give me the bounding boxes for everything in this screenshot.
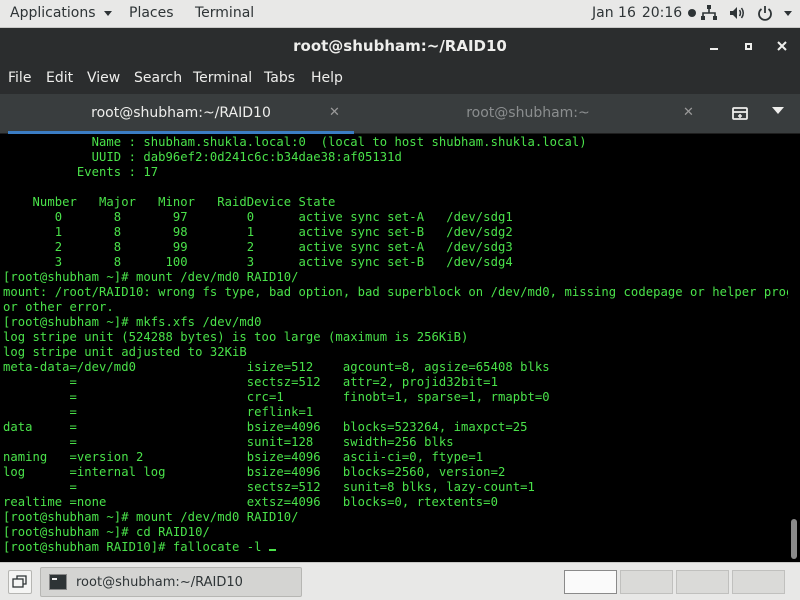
terminal-line: [root@shubham ~]# mkfs.xfs /dev/md0 — [3, 315, 262, 329]
workspace-2[interactable] — [620, 570, 673, 594]
terminal-line: [root@shubham ~]# cd RAID10/ — [3, 525, 210, 539]
power-icon — [756, 4, 774, 22]
close-icon — [777, 41, 787, 51]
workspace-1[interactable] — [564, 570, 617, 594]
terminal-line: [root@shubham ~]# mount /dev/md0 RAID10/ — [3, 510, 299, 524]
terminal-line: 0 8 97 0 active sync set-A /dev/sdg1 — [3, 210, 513, 224]
terminal-line: = crc=1 finobt=1, sparse=1, rmapbt=0 — [3, 390, 550, 404]
menu-terminal[interactable]: Terminal — [193, 70, 252, 86]
terminal-output[interactable]: Name : shubham.shukla.local:0 (local to … — [0, 135, 788, 562]
taskbar-window-terminal[interactable]: root@shubham:~/RAID10 — [40, 567, 302, 597]
clock[interactable]: Jan 16 20:16 — [592, 5, 697, 21]
window-title-bar[interactable]: root@shubham:~/RAID10 — [0, 28, 800, 64]
terminal-line: = sectsz=512 sunit=8 blks, lazy-count=1 — [3, 480, 535, 494]
applications-label: Applications — [10, 5, 96, 21]
menu-file[interactable]: File — [8, 70, 31, 86]
terminal-app-menu[interactable]: Terminal — [195, 5, 254, 21]
scrollbar-thumb[interactable] — [791, 519, 797, 559]
terminal-line: Name : shubham.shukla.local:0 (local to … — [3, 135, 587, 149]
tab-bar: root@shubham:~/RAID10 ✕ root@shubham:~ ✕ — [0, 94, 800, 134]
terminal-line: 3 8 100 3 active sync set-B /dev/sdg4 — [3, 255, 513, 269]
terminal-line: or other error. — [3, 300, 114, 314]
workspace-3[interactable] — [676, 570, 729, 594]
tab-raid10[interactable]: root@shubham:~/RAID10 ✕ — [8, 94, 354, 134]
terminal-line: mount: /root/RAID10: wrong fs type, bad … — [3, 285, 788, 299]
taskbar-window-label: root@shubham:~/RAID10 — [76, 575, 243, 590]
menu-view[interactable]: View — [87, 70, 120, 86]
terminal-line: meta-data=/dev/md0 isize=512 agcount=8, … — [3, 360, 550, 374]
new-tab-button[interactable] — [730, 104, 750, 124]
terminal-line: 2 8 99 2 active sync set-A /dev/sdg3 — [3, 240, 513, 254]
terminal-line: Number Major Minor RaidDevice State — [3, 195, 336, 209]
places-menu[interactable]: Places — [129, 5, 174, 21]
desktop-icon — [12, 575, 27, 588]
workspace-4[interactable] — [732, 570, 785, 594]
terminal-line: log =internal log bsize=4096 blocks=2560… — [3, 465, 506, 479]
terminal-line: 1 8 98 1 active sync set-B /dev/sdg2 — [3, 225, 513, 239]
terminal-line: = sectsz=512 attr=2, projid32bit=1 — [3, 375, 498, 389]
close-tab-icon[interactable]: ✕ — [683, 105, 694, 120]
window-title: root@shubham:~/RAID10 — [293, 37, 507, 55]
close-button[interactable] — [772, 36, 792, 56]
show-desktop-button[interactable] — [8, 570, 32, 594]
tab-label: root@shubham:~/RAID10 — [91, 105, 271, 121]
applications-menu[interactable]: Applications — [10, 5, 112, 21]
terminal-line: data = bsize=4096 blocks=523264, imaxpct… — [3, 420, 528, 434]
terminal-line: log stripe unit adjusted to 32KiB — [3, 345, 247, 359]
chevron-down-icon — [784, 10, 792, 16]
notification-dot-icon — [688, 9, 697, 17]
menu-search[interactable]: Search — [134, 70, 182, 86]
menu-help[interactable]: Help — [311, 70, 343, 86]
terminal-icon — [49, 574, 67, 590]
network-icon — [700, 4, 718, 22]
terminal-scrollbar[interactable] — [788, 135, 800, 562]
terminal-line: naming =version 2 bsize=4096 ascii-ci=0,… — [3, 450, 484, 464]
maximize-button[interactable] — [738, 36, 758, 56]
menu-tabs[interactable]: Tabs — [264, 70, 295, 86]
menu-edit[interactable]: Edit — [46, 70, 73, 86]
minimize-icon — [710, 48, 718, 50]
terminal-line: UUID : dab96ef2:0d241c6c:b34dae38:af0513… — [3, 150, 402, 164]
terminal-line: realtime =none extsz=4096 blocks=0, rtex… — [3, 495, 498, 509]
clock-time: 20:16 — [641, 5, 683, 21]
clock-date: Jan 16 — [592, 5, 636, 21]
terminal-lines: Name : shubham.shukla.local:0 (local to … — [3, 135, 788, 555]
tab-menu-chevron-icon[interactable] — [772, 107, 784, 114]
new-tab-icon — [732, 107, 748, 120]
close-tab-icon[interactable]: ✕ — [329, 105, 340, 120]
terminal-line: = reflink=1 — [3, 405, 314, 419]
terminal-line: log stripe unit (524288 bytes) is too la… — [3, 330, 469, 344]
terminal-cursor — [268, 549, 276, 551]
tab-label: root@shubham:~ — [466, 105, 590, 121]
chevron-down-icon — [103, 10, 112, 16]
maximize-icon — [744, 42, 752, 50]
volume-icon — [728, 4, 746, 22]
system-menu[interactable] — [700, 4, 792, 22]
terminal-line: [root@shubham ~]# mount /dev/md0 RAID10/ — [3, 270, 299, 284]
top-bar: Applications Places Terminal Jan 16 20:1… — [0, 0, 800, 28]
menu-bar: File Edit View Search Terminal Tabs Help — [0, 64, 800, 94]
taskbar: root@shubham:~/RAID10 — [0, 562, 800, 600]
tab-home[interactable]: root@shubham:~ ✕ — [354, 94, 702, 134]
terminal-line: Events : 17 — [3, 165, 159, 179]
terminal-line: = sunit=128 swidth=256 blks — [3, 435, 454, 449]
terminal-line: [root@shubham RAID10]# fallocate -l — [3, 540, 788, 555]
minimize-button[interactable] — [704, 36, 724, 56]
